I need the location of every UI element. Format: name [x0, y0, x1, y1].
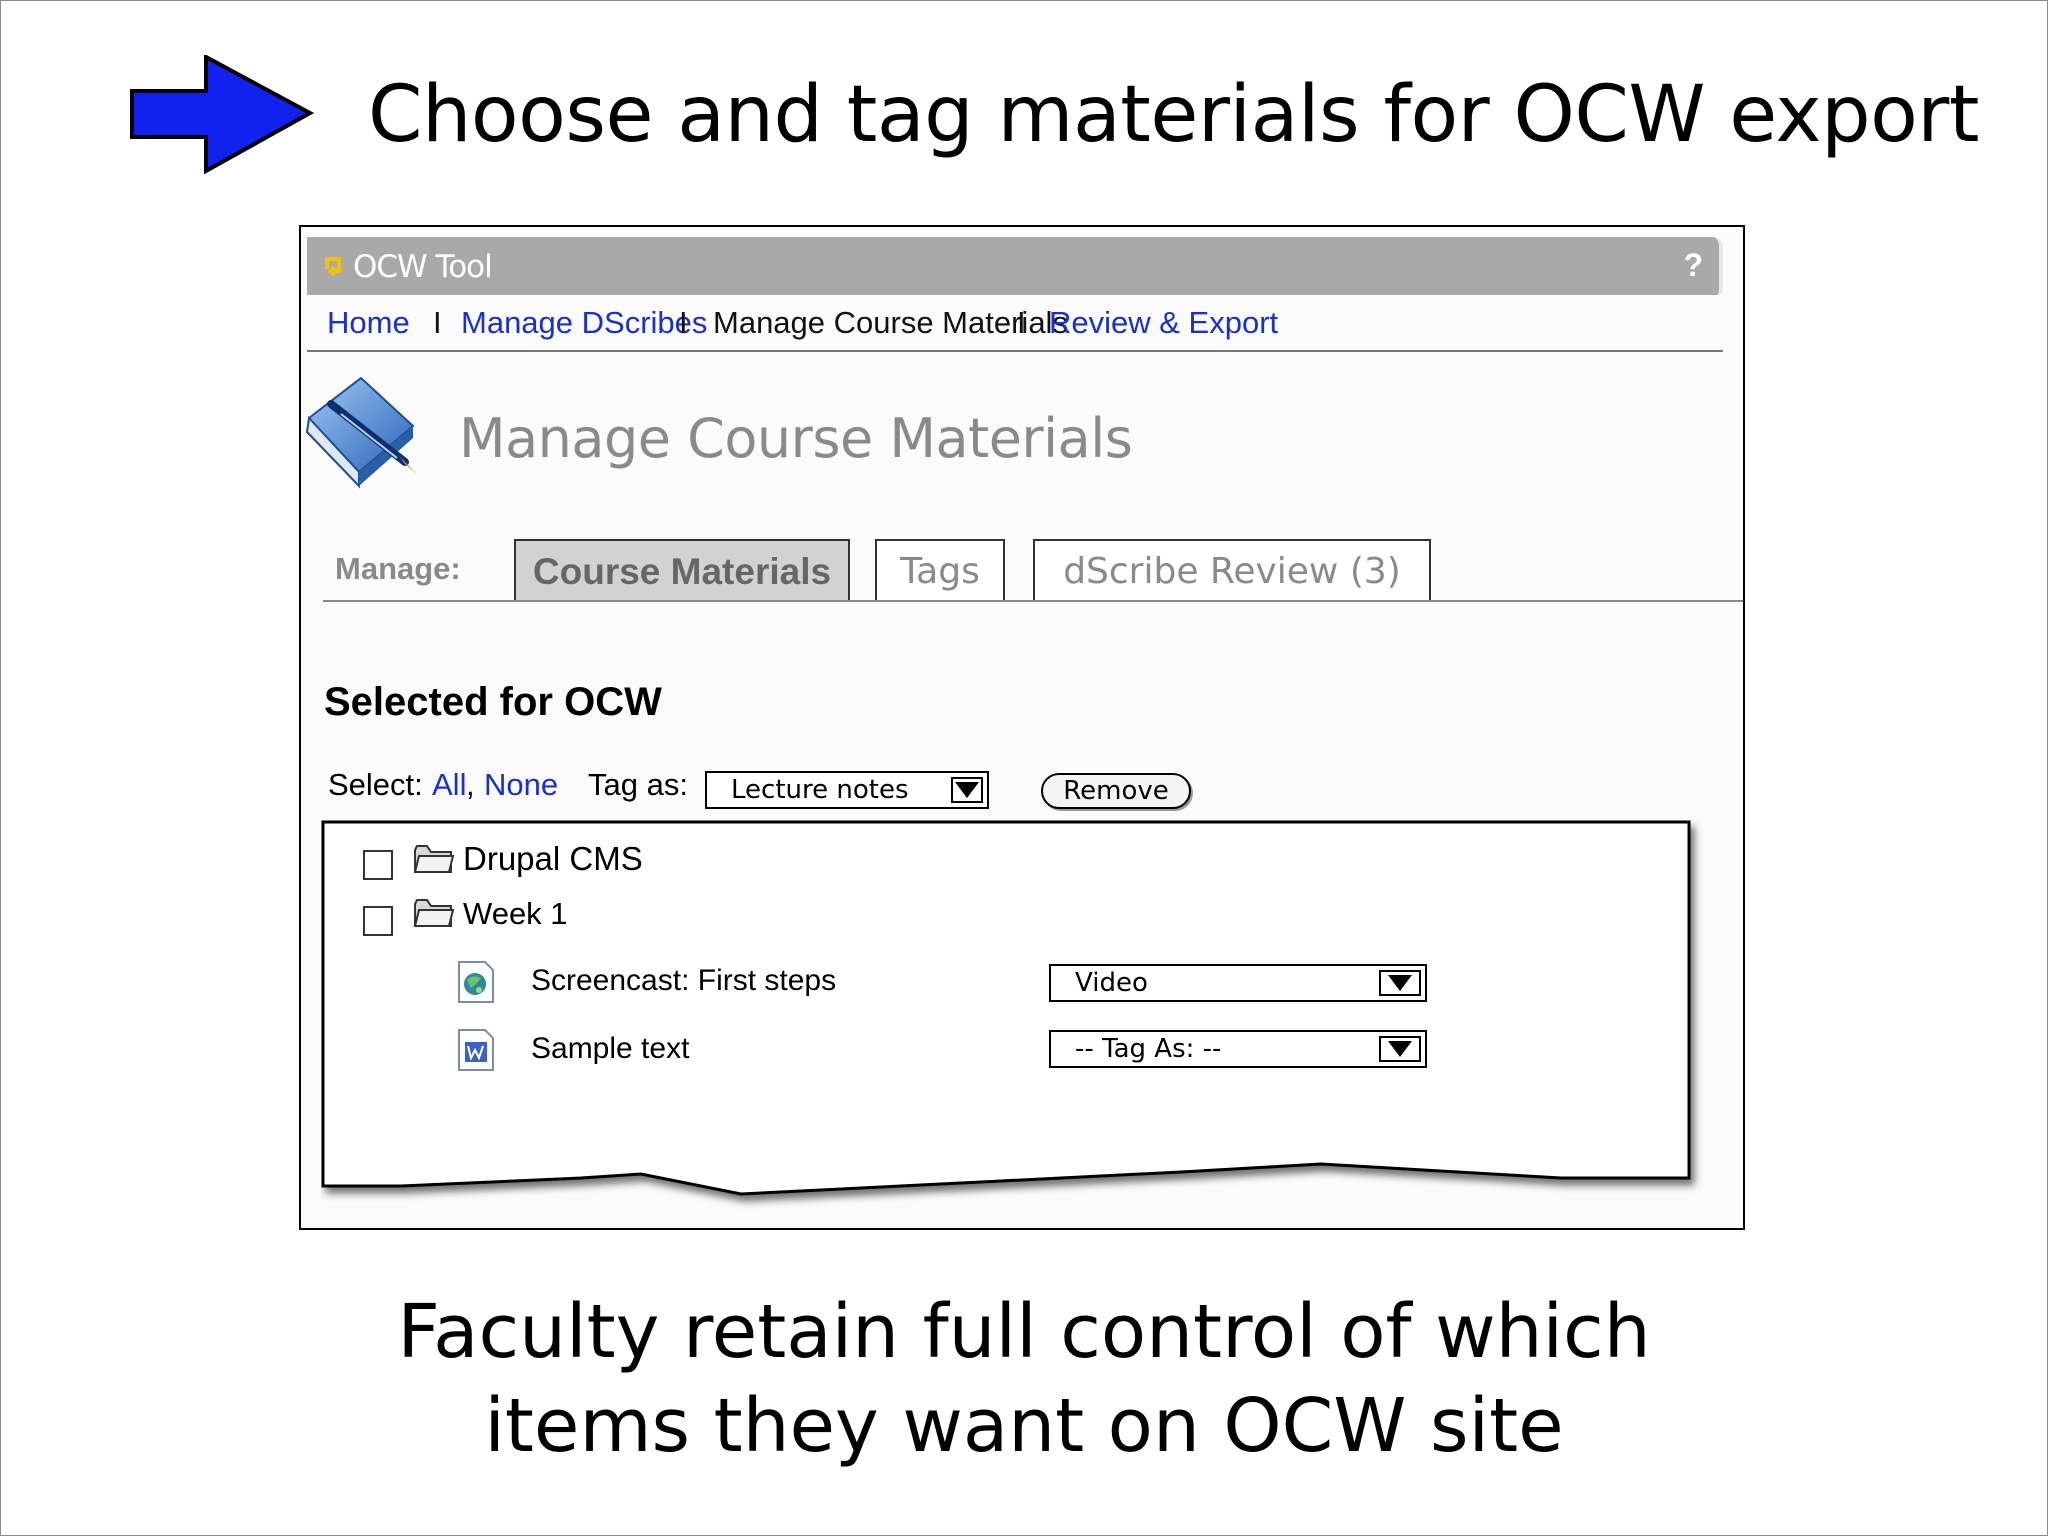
item-checkbox[interactable]	[363, 906, 393, 936]
caption-line: Faculty retain full control of which	[397, 1289, 1651, 1375]
caption-line: items they want on OCW site	[484, 1383, 1564, 1469]
slide-title: Choose and tag materials for OCW export	[368, 70, 1979, 160]
tag-as-value: Lecture notes	[731, 775, 909, 805]
item-tag-value: -- Tag As: --	[1075, 1034, 1222, 1064]
select-label: Select:	[328, 767, 423, 802]
tab-course-materials[interactable]: Course Materials	[514, 539, 850, 601]
help-icon[interactable]: ?	[1683, 247, 1703, 284]
main-nav: Home I Manage DScribes I Manage Course M…	[327, 305, 1727, 345]
item-tag-select[interactable]: -- Tag As: --	[1049, 1030, 1427, 1068]
section-title: Selected for OCW	[324, 680, 662, 724]
item-name[interactable]: Sample text	[531, 1032, 689, 1066]
item-name[interactable]: Drupal CMS	[463, 840, 643, 878]
tag-as-label: Tag as:	[588, 767, 688, 802]
course-book-pen-icon	[305, 376, 417, 489]
item-name[interactable]: Screencast: First steps	[531, 964, 836, 998]
remove-button[interactable]: Remove	[1041, 773, 1191, 809]
video-file-icon	[458, 961, 494, 1003]
item-checkbox[interactable]	[363, 850, 393, 880]
tag-as-select[interactable]: Lecture notes	[705, 771, 989, 809]
materials-list: Drupal CMS Week 1 Screencast: First step…	[321, 820, 1691, 1220]
nav-divider	[307, 350, 1723, 352]
right-arrow-icon	[130, 55, 315, 175]
nav-home[interactable]: Home	[327, 305, 410, 341]
torn-panel-frame	[321, 820, 1691, 1196]
nav-separator: I	[433, 305, 442, 340]
manage-label: Manage:	[335, 551, 461, 586]
tab-dscribe-review[interactable]: dScribe Review (3)	[1033, 539, 1431, 601]
item-name[interactable]: Week 1	[463, 896, 568, 932]
nav-manage-course-materials[interactable]: Manage Course Materials	[713, 305, 1068, 341]
comma-separator: ,	[466, 767, 475, 802]
nav-review-export[interactable]: Review & Export	[1049, 305, 1278, 341]
title-bar: OCW Tool ?	[307, 237, 1723, 295]
app-title: OCW Tool	[353, 249, 493, 285]
tab-tags[interactable]: Tags	[875, 539, 1005, 601]
select-all-link[interactable]: All	[432, 767, 466, 803]
nav-manage-dscribes[interactable]: Manage DScribes	[461, 305, 707, 341]
folder-icon	[413, 899, 455, 927]
chevron-down-icon[interactable]	[1379, 1036, 1421, 1062]
tab-divider	[323, 600, 1743, 602]
nav-separator: I	[679, 305, 688, 340]
item-tag-select[interactable]: Video	[1049, 964, 1427, 1002]
chevron-down-icon[interactable]	[951, 777, 983, 803]
item-tag-value: Video	[1075, 968, 1148, 998]
nav-separator: I	[1017, 305, 1026, 340]
slide-caption: Faculty retain full control of which ite…	[0, 1285, 2048, 1473]
select-none-link[interactable]: None	[484, 767, 558, 803]
chevron-down-icon[interactable]	[1379, 970, 1421, 996]
word-document-icon	[458, 1029, 494, 1071]
page-heading: Manage Course Materials	[459, 407, 1133, 470]
app-logo-icon	[325, 257, 341, 277]
ocw-tool-window: OCW Tool ? Home I Manage DScribes I Mana…	[299, 225, 1745, 1230]
folder-icon	[413, 845, 455, 873]
